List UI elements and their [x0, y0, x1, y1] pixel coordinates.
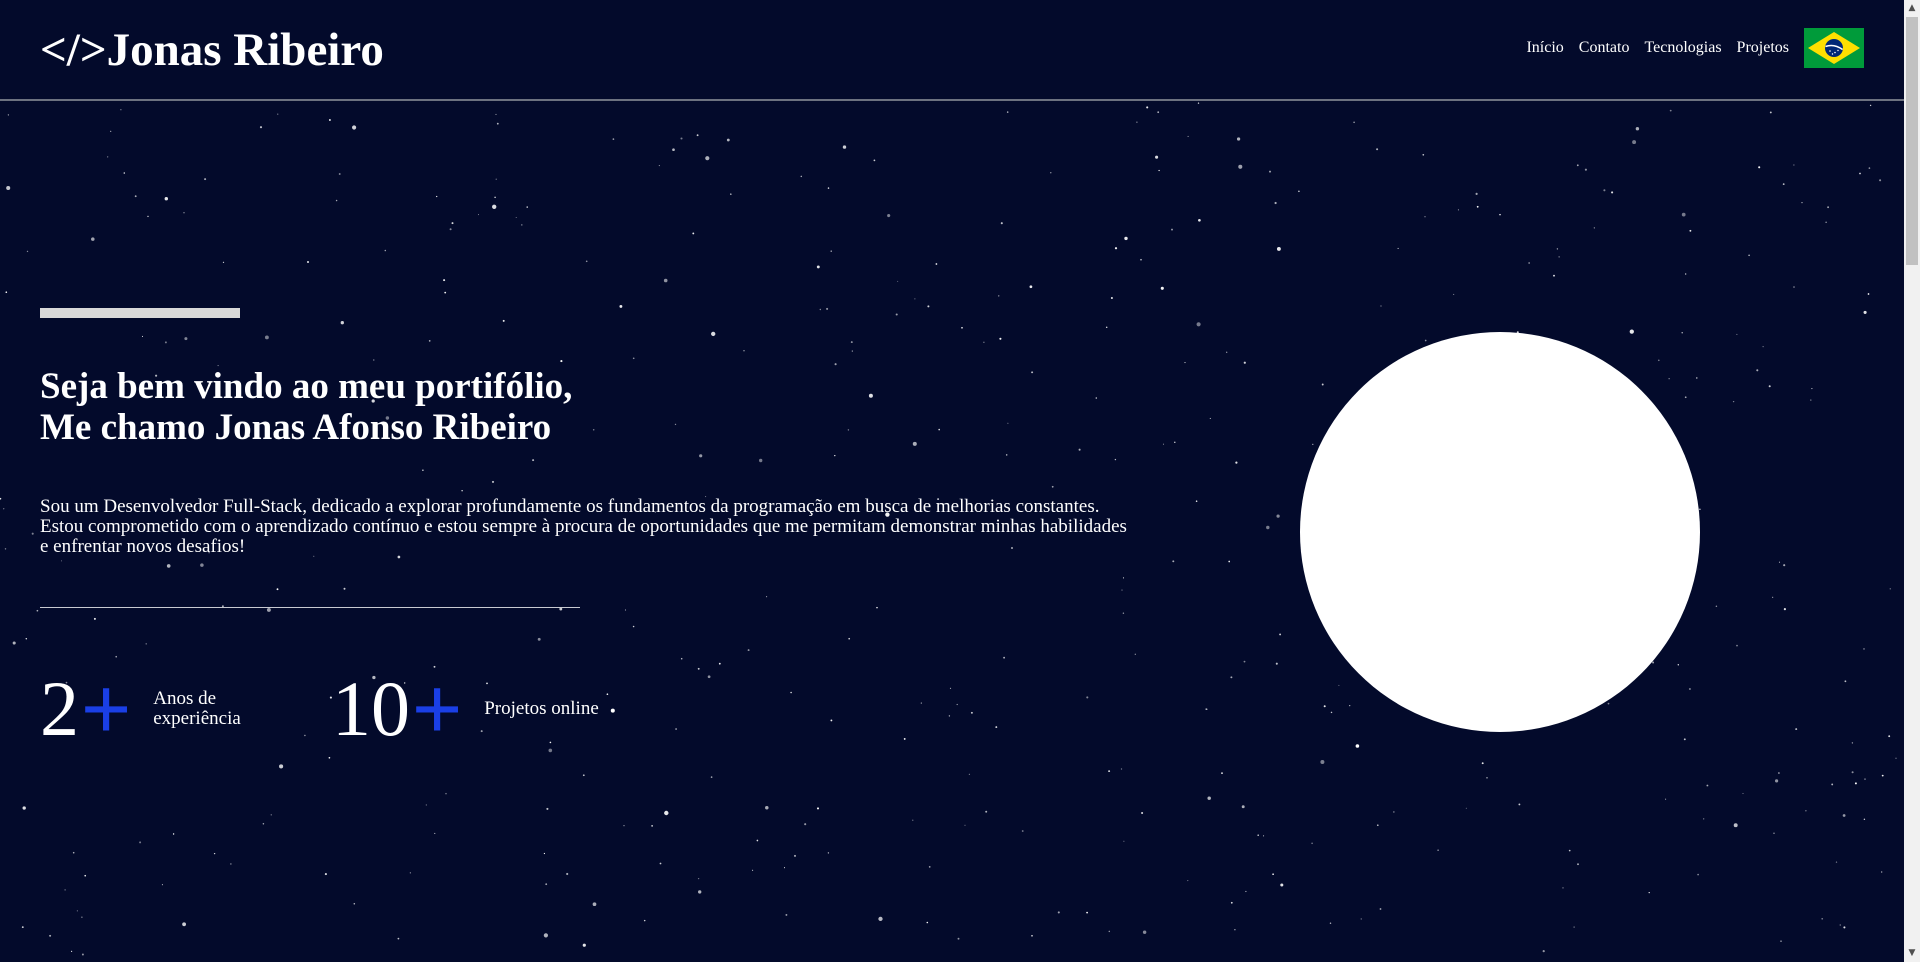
stat-projects-number: 10: [332, 665, 410, 752]
hero-intro-text: Sou um Desenvolvedor Full-Stack, dedicad…: [40, 496, 1127, 557]
site-logo[interactable]: </>Jonas Ribeiro: [40, 20, 384, 80]
plus-icon: +: [412, 661, 463, 757]
hero-headline: Seja bem vindo ao meu portifólio, Me cha…: [40, 366, 572, 448]
section-divider: [40, 607, 580, 608]
stat-projects: 10 + Projetos online: [332, 664, 604, 754]
vertical-scrollbar[interactable]: ▲ ▼: [1904, 0, 1920, 962]
stat-experience-number: 2: [40, 665, 79, 752]
profile-photo: [1300, 332, 1700, 732]
stat-projects-label: Projetos online: [484, 698, 599, 719]
site-header: </>Jonas Ribeiro Início Contato Tecnolog…: [0, 0, 1904, 101]
nav-link-tecnologias[interactable]: Tecnologias: [1644, 39, 1721, 57]
brazil-flag-icon[interactable]: [1804, 28, 1864, 68]
scrollbar-thumb[interactable]: [1906, 17, 1918, 265]
stat-experience-label: Anos de experiência: [153, 688, 241, 729]
page: </>Jonas Ribeiro Início Contato Tecnolog…: [0, 0, 1920, 962]
hero-headline-line2: Me chamo Jonas Afonso Ribeiro: [40, 407, 552, 448]
nav-link-contato[interactable]: Contato: [1579, 39, 1630, 57]
accent-bar: [40, 308, 240, 318]
nav-link-projetos[interactable]: Projetos: [1737, 39, 1789, 57]
scroll-up-arrow-icon[interactable]: ▲: [1904, 0, 1920, 17]
hero-headline-line1: Seja bem vindo ao meu portifólio,: [40, 366, 573, 407]
main-nav: Início Contato Tecnologias Projetos: [1511, 28, 1864, 68]
plus-icon: +: [81, 661, 132, 757]
nav-link-inicio[interactable]: Início: [1526, 39, 1563, 57]
stat-experience: 2 + Anos de experiência: [40, 664, 273, 754]
scroll-down-arrow-icon[interactable]: ▼: [1904, 945, 1920, 962]
